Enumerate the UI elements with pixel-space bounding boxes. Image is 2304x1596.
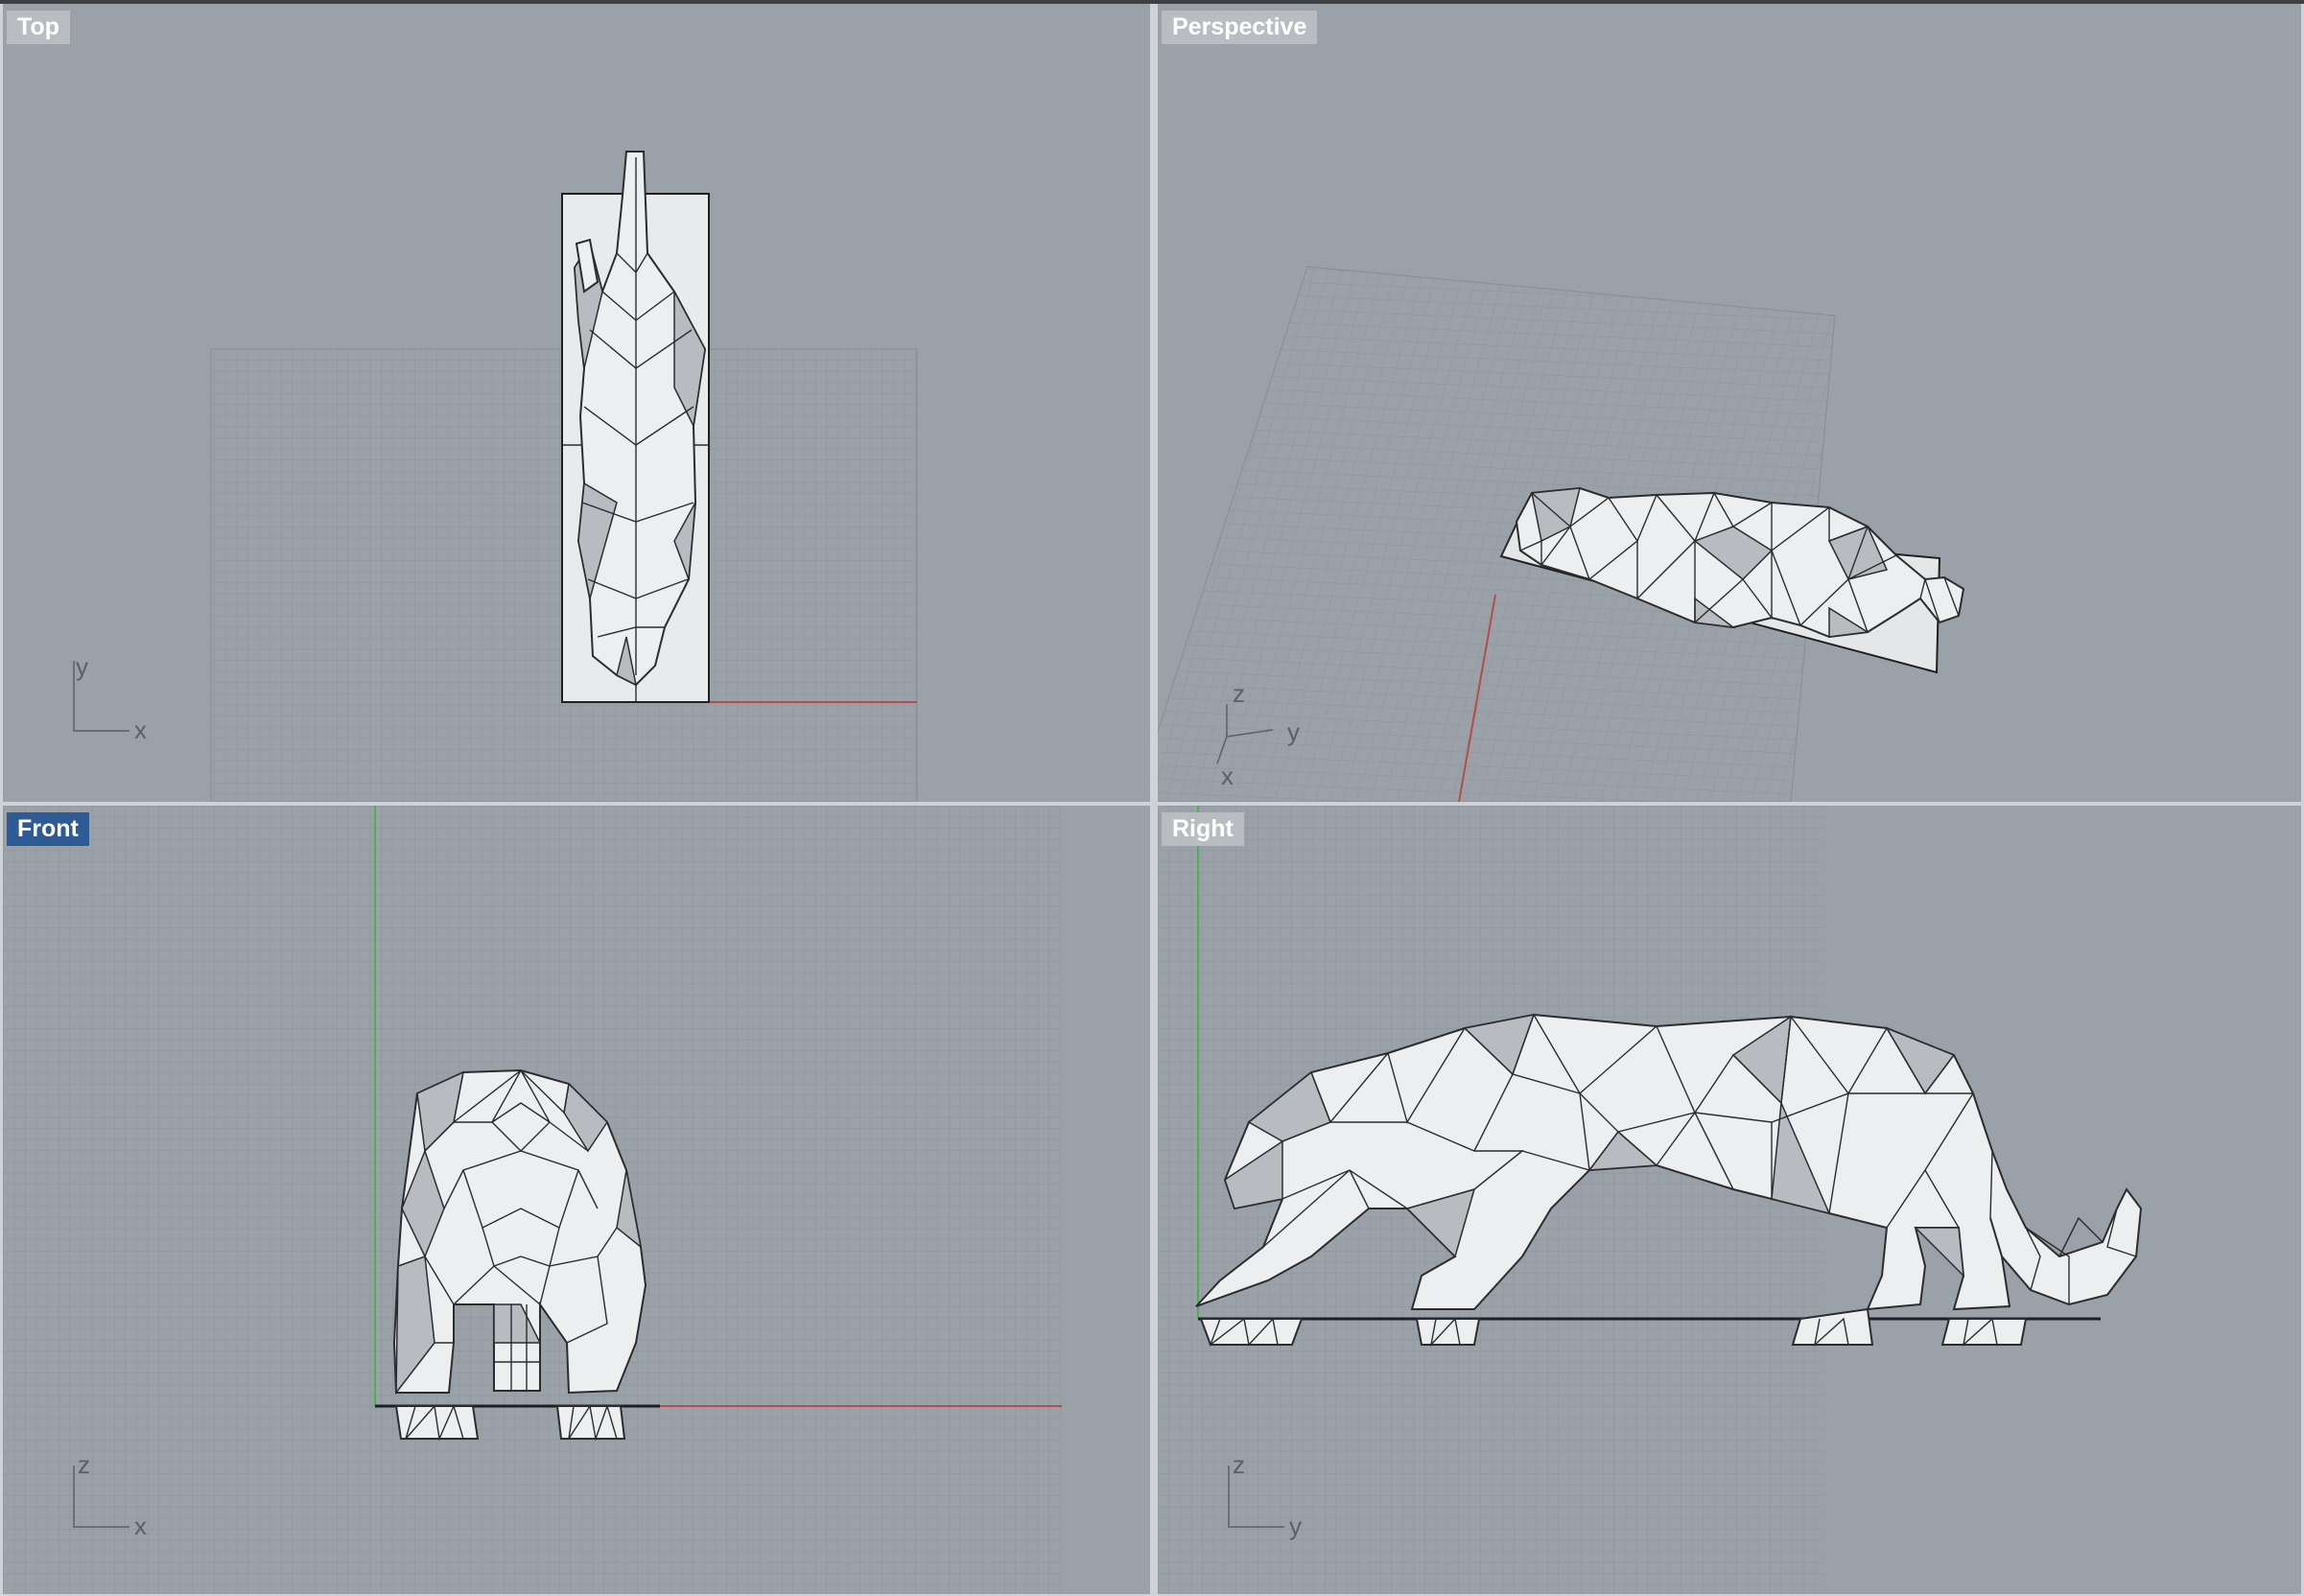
viewport-label-top[interactable]: Top	[7, 11, 70, 44]
viewport-right-canvas[interactable]: z y	[1158, 806, 2301, 1594]
panther-front-view	[392, 1068, 647, 1442]
viewport-top-canvas[interactable]: y x	[3, 4, 1150, 802]
viewport-perspective-canvas[interactable]: z y x	[1158, 4, 2301, 802]
viewport-front-canvas[interactable]: z x	[3, 806, 1150, 1594]
viewport-right[interactable]: Right z y	[1158, 806, 2301, 1594]
viewport-front[interactable]: Front z x	[3, 806, 1150, 1594]
viewport-top[interactable]: Top y x	[3, 4, 1150, 802]
viewport-label-perspective[interactable]: Perspective	[1162, 11, 1318, 44]
svg-text:x: x	[134, 1512, 147, 1540]
viewport-label-front[interactable]: Front	[7, 812, 89, 846]
svg-text:y: y	[1287, 717, 1300, 746]
viewport-perspective[interactable]: Perspective z y x	[1158, 4, 2301, 802]
axis-gizmo-top: y x	[73, 652, 147, 744]
viewport-label-right[interactable]: Right	[1162, 812, 1244, 846]
svg-text:z: z	[78, 1450, 90, 1479]
svg-text:z: z	[1233, 1450, 1245, 1479]
svg-text:y: y	[1289, 1512, 1302, 1540]
svg-text:x: x	[1221, 762, 1234, 790]
svg-text:z: z	[1233, 679, 1245, 708]
svg-text:x: x	[134, 716, 147, 744]
svg-text:y: y	[76, 652, 88, 681]
